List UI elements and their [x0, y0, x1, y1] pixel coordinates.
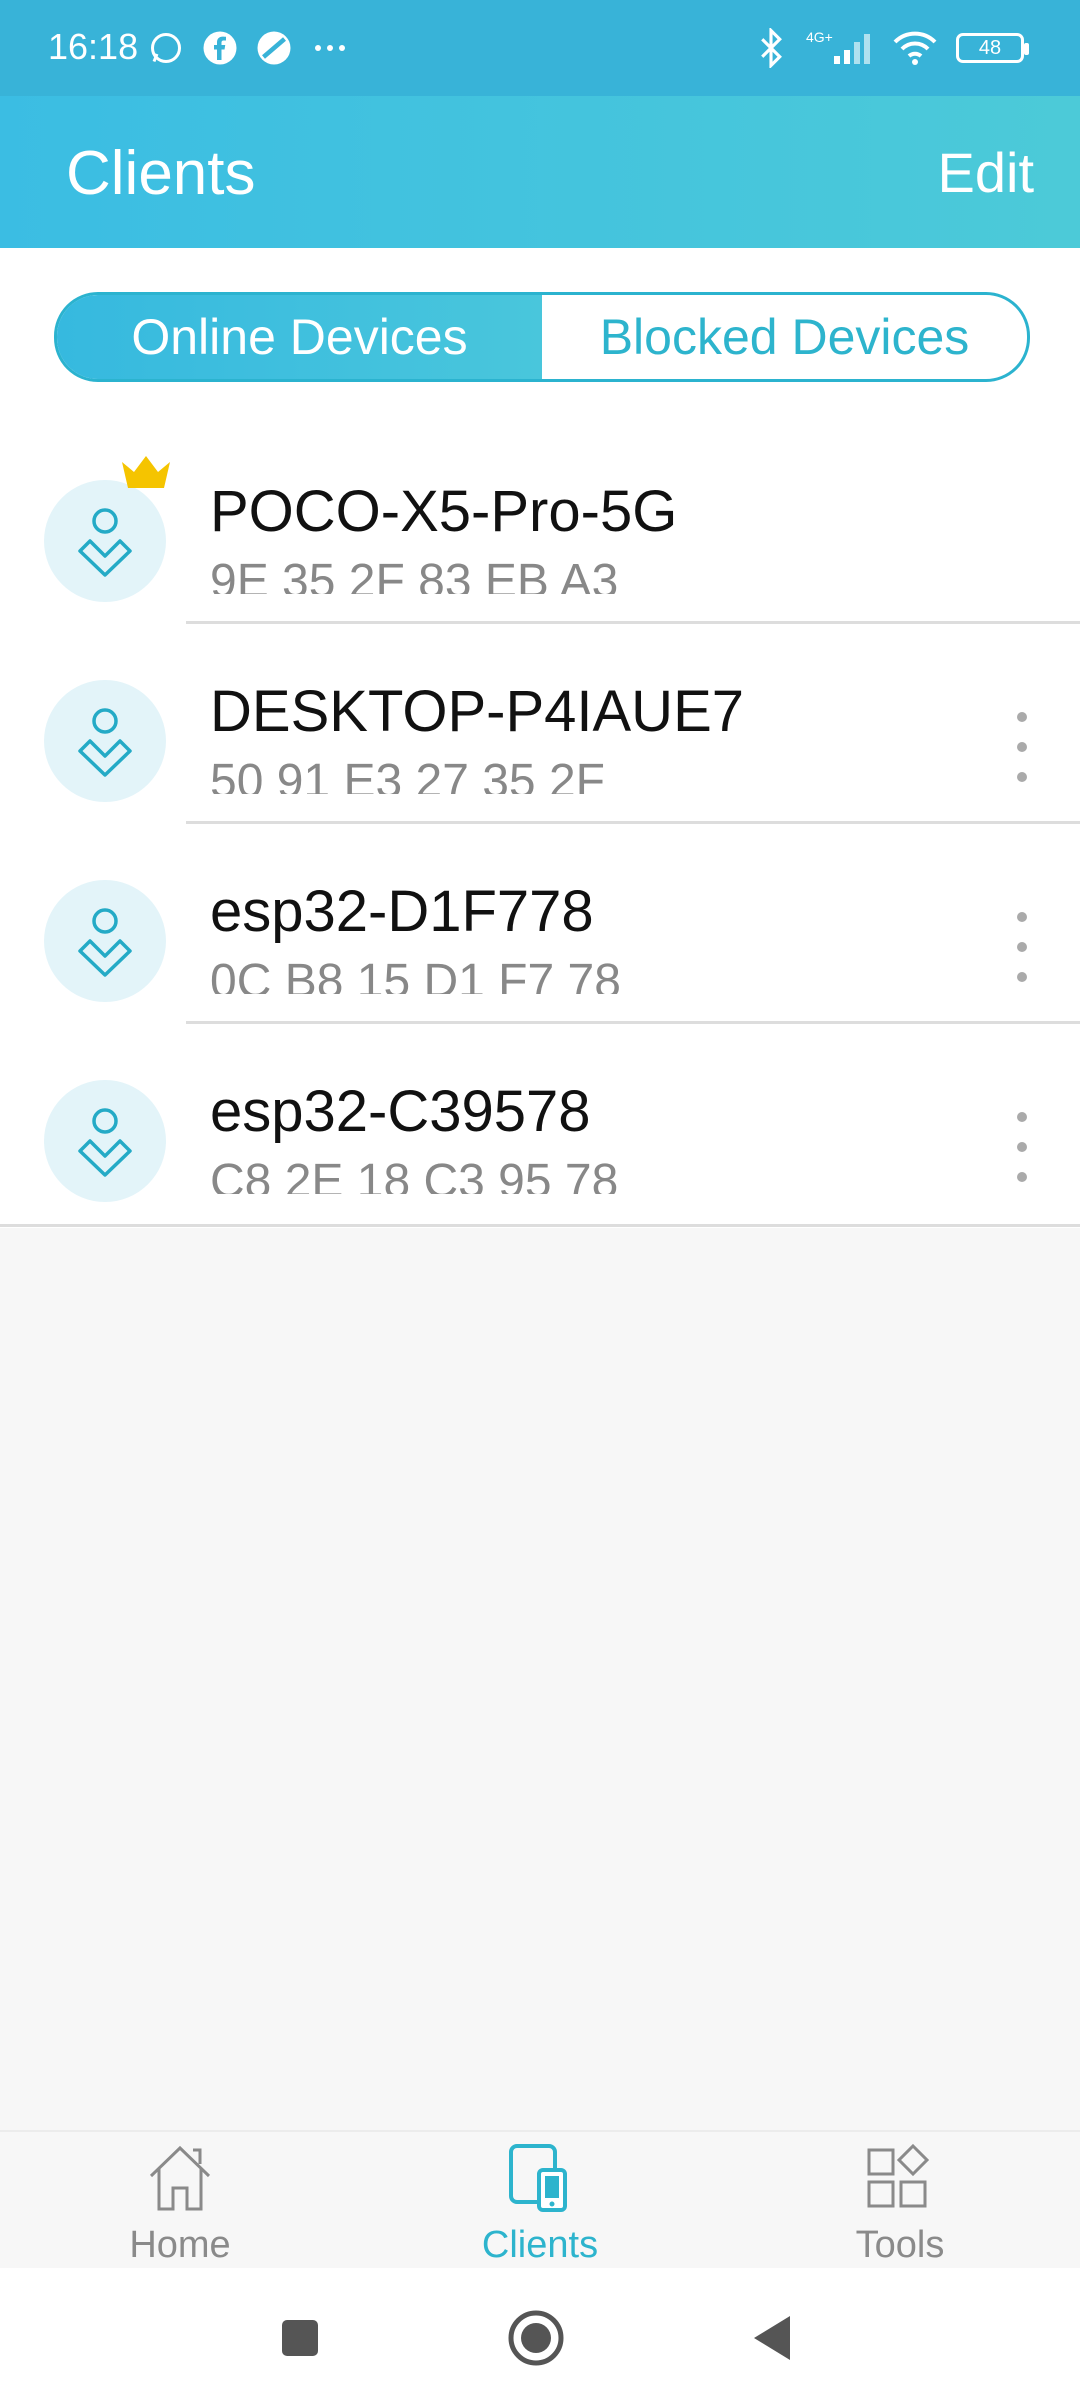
cellular-signal-icon: 4G+ [806, 29, 870, 64]
list-bottom-divider [0, 1224, 1080, 1227]
recents-icon [282, 2320, 318, 2356]
tools-grid-icon [867, 2143, 930, 2208]
battery-icon: 48 [956, 33, 1029, 63]
device-filter-segmented-control: Online Devices Blocked Devices [54, 292, 1030, 382]
tab-home-label: Home [129, 2224, 231, 2266]
bluetooth-icon [761, 28, 782, 68]
tab-online-devices[interactable]: Online Devices [57, 295, 542, 379]
browser-icon [257, 31, 291, 65]
device-avatar [44, 880, 166, 1002]
device-mac: 0C B8 15 D1 F7 78 [210, 955, 621, 994]
back-button[interactable] [742, 2308, 802, 2368]
more-options-icon[interactable] [1016, 712, 1028, 782]
status-time: 16:18 [48, 26, 139, 67]
tab-clients-label: Clients [481, 2224, 599, 2266]
device-name: DESKTOP-P4IAUE7 [210, 679, 745, 744]
user-device-icon [78, 708, 132, 777]
device-avatar [44, 680, 166, 802]
tab-home[interactable]: Home [0, 2132, 360, 2270]
user-device-icon [78, 1108, 132, 1177]
device-name: esp32-D1F778 [210, 879, 594, 944]
whatsapp-icon [151, 33, 181, 63]
device-avatar [44, 480, 166, 602]
device-mac: 9E 35 2F 83 EB A3 [210, 555, 619, 594]
device-row[interactable]: DESKTOP-P4IAUE7 50 91 E3 27 35 2F [0, 624, 1080, 824]
crown-icon [122, 456, 170, 488]
system-navigation-bar [0, 2268, 1080, 2400]
page-title: Clients [66, 139, 256, 208]
home-icon [149, 2145, 211, 2211]
facebook-icon [203, 31, 237, 65]
more-options-icon[interactable] [1016, 912, 1028, 982]
device-name: esp32-C39578 [210, 1079, 591, 1144]
status-bar: 16:18 4G+ 48 [0, 0, 1080, 96]
back-icon [754, 2316, 790, 2360]
home-nav-button[interactable] [506, 2308, 566, 2368]
system-icons: 4G+ 48 [756, 28, 1029, 68]
battery-level: 48 [978, 37, 1002, 59]
tab-tools[interactable]: Tools [720, 2132, 1080, 2270]
notification-icons [148, 30, 350, 66]
clients-devices-icon [509, 2144, 567, 2212]
device-row[interactable]: esp32-C39578 C8 2E 18 C3 95 78 [0, 1024, 1080, 1224]
user-device-icon [78, 508, 132, 577]
tab-clients[interactable]: Clients [360, 2132, 720, 2270]
user-device-icon [78, 908, 132, 977]
wifi-icon [893, 31, 937, 65]
edit-button[interactable]: Edit [938, 140, 1035, 205]
more-notifications-icon [315, 45, 345, 51]
app-header: 16:18 4G+ 48 Clients Edit [0, 0, 1080, 248]
bottom-navigation: Home Clients Tools [0, 2130, 1080, 2270]
device-avatar [44, 1080, 166, 1202]
device-mac: C8 2E 18 C3 95 78 [210, 1155, 619, 1194]
home-circle-icon [508, 2310, 564, 2366]
recents-button[interactable] [270, 2308, 330, 2368]
tab-tools-label: Tools [855, 2224, 945, 2266]
device-row[interactable]: esp32-D1F778 0C B8 15 D1 F7 78 [0, 824, 1080, 1024]
device-name: POCO-X5-Pro-5G [210, 479, 678, 544]
device-mac: 50 91 E3 27 35 2F [210, 755, 605, 794]
tab-blocked-devices[interactable]: Blocked Devices [542, 295, 1027, 379]
svg-text:4G+: 4G+ [806, 29, 833, 45]
more-options-icon[interactable] [1016, 1112, 1028, 1182]
